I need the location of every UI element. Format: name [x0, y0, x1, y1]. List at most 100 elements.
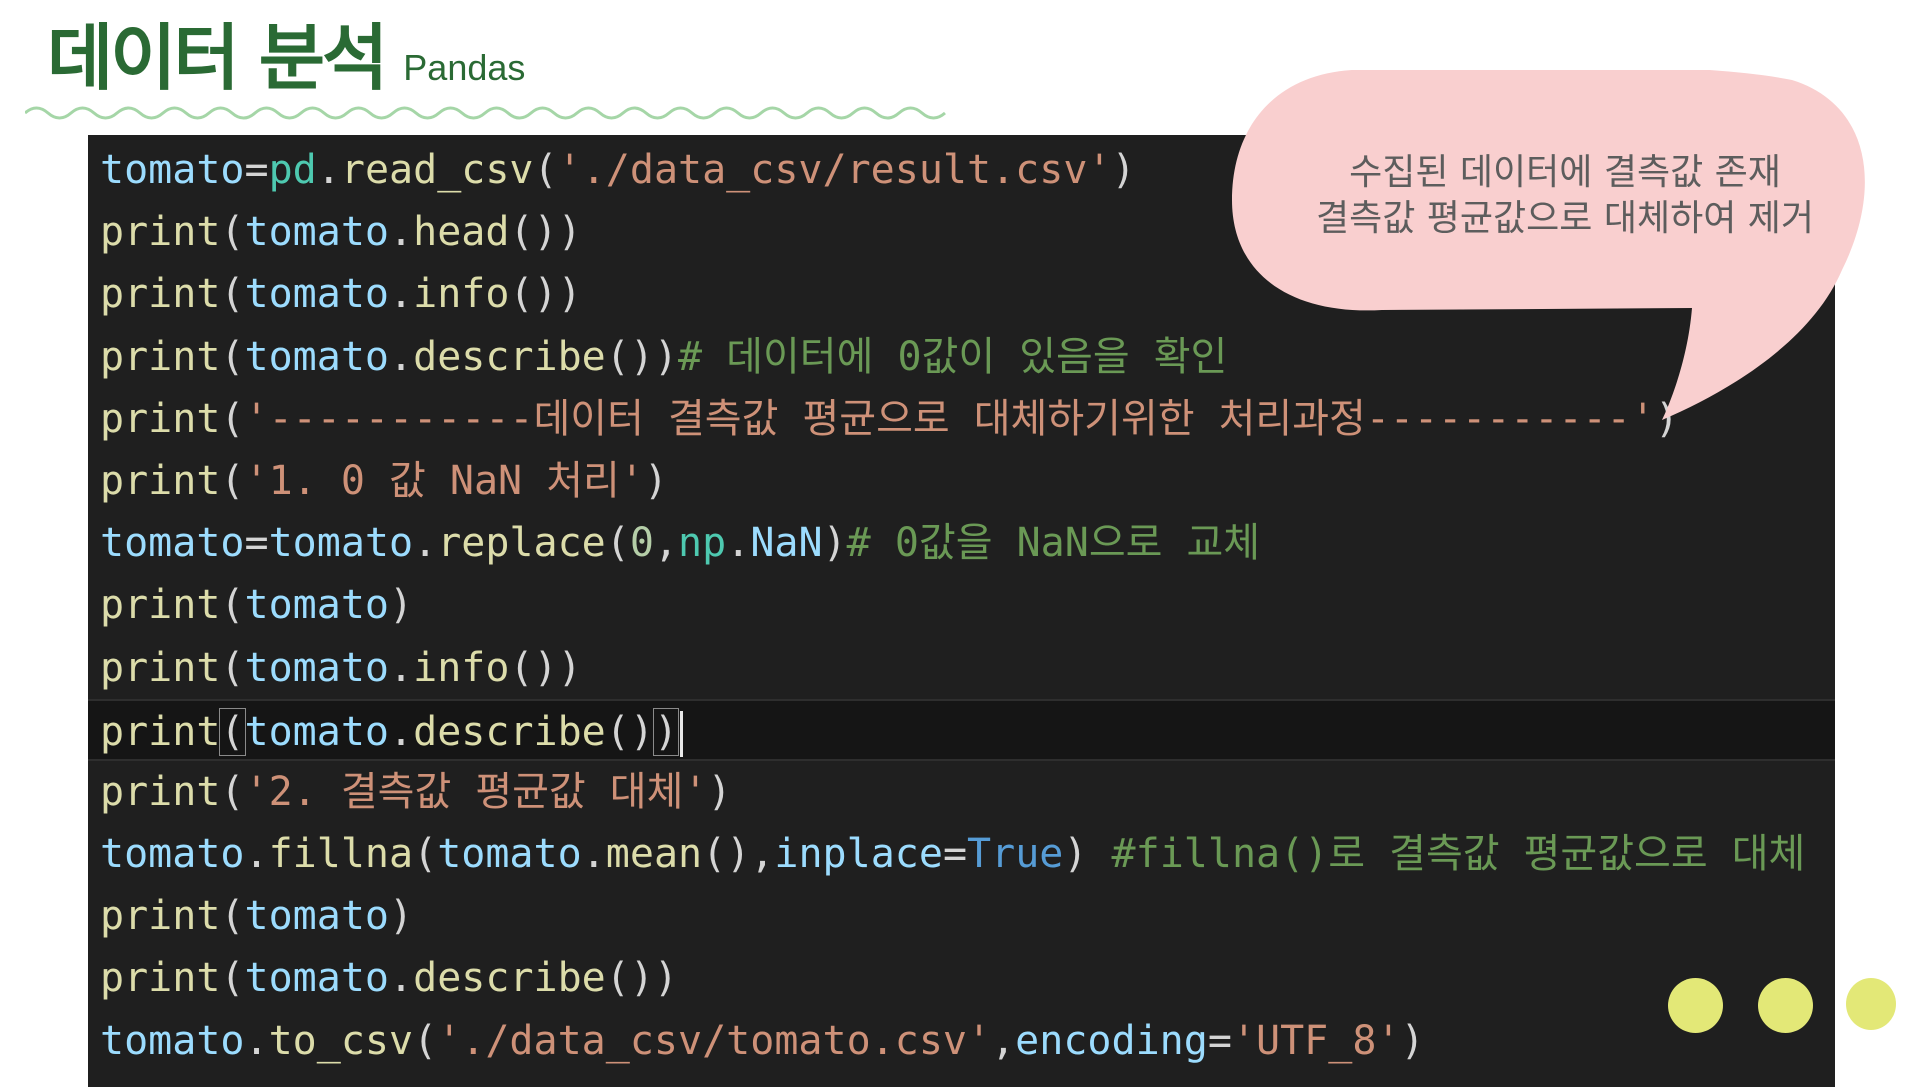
code-token: ( — [220, 768, 245, 815]
code-token: ) — [822, 520, 847, 567]
code-token: ()) — [509, 209, 582, 256]
code-token: ( — [220, 582, 245, 629]
code-token: tomato — [244, 955, 390, 1002]
code-token: ( — [605, 520, 630, 567]
code-token: './data_csv/tomato.csv' — [437, 1017, 992, 1064]
code-token: print — [100, 768, 221, 815]
code-token: tomato — [100, 831, 245, 878]
code-line-8[interactable]: print(tomato) — [88, 574, 1835, 636]
code-token: print — [100, 271, 221, 318]
code-token: '1. 0 값 NaN 처리' — [244, 457, 644, 504]
code-token: ()) — [509, 271, 582, 318]
code-token: './data_csv/result.csv' — [557, 147, 1112, 193]
code-token: head — [413, 209, 510, 256]
code-token: NaN — [750, 520, 823, 567]
code-token: tomato — [244, 582, 390, 629]
code-token: fillna — [268, 831, 414, 878]
code-token: inplace — [774, 831, 943, 878]
code-token: , — [653, 520, 679, 567]
code-token: describe — [413, 333, 606, 380]
code-token: (), — [702, 831, 775, 878]
decor-dot — [1668, 978, 1723, 1033]
code-token: ) — [707, 768, 732, 815]
code-line-11[interactable]: print('2. 결측값 평균값 대체') — [88, 761, 1835, 823]
bracket-highlight: ) — [652, 707, 680, 756]
code-token: . — [581, 831, 606, 878]
code-token: mean — [605, 831, 703, 878]
code-token: ()) — [605, 955, 679, 1002]
code-token: tomato — [100, 147, 245, 193]
code-token: ()) — [509, 644, 582, 691]
speech-bubble-line: 수집된 데이터에 결측값 존재 — [1349, 152, 1781, 193]
code-line-14[interactable]: print(tomato.describe()) — [88, 947, 1835, 1009]
code-token: np — [678, 520, 727, 567]
code-token: encoding — [1015, 1017, 1208, 1064]
code-token: read_csv — [340, 147, 534, 193]
code-token: 0 — [629, 520, 654, 567]
code-token: describe — [413, 708, 606, 755]
code-token: ) — [1400, 1017, 1425, 1064]
code-token: tomato — [244, 644, 390, 691]
code-token: pd — [268, 147, 317, 193]
code-token: ( — [220, 955, 245, 1002]
code-token: ) — [389, 893, 414, 940]
code-token: print — [100, 893, 221, 940]
code-token: ( — [220, 893, 245, 940]
slide-title-main: 데이터 분석 — [47, 16, 388, 100]
code-token: tomato — [100, 520, 245, 567]
code-line-9[interactable]: print(tomato.info()) — [88, 637, 1835, 699]
code-token: ( — [220, 209, 245, 256]
code-comment: # 데이터에 0값이 있음을 확인 — [678, 333, 1228, 380]
code-token: . — [389, 708, 414, 755]
code-token: ) — [389, 582, 414, 629]
slide-title-sub: Pandas — [403, 47, 526, 88]
code-line-15[interactable]: tomato.to_csv('./data_csv/tomato.csv',en… — [88, 1010, 1835, 1072]
code-line-7[interactable]: tomato=tomato.replace(0,np.NaN)# 0값을 NaN… — [88, 512, 1835, 574]
code-token: print — [100, 333, 221, 380]
code-token: . — [389, 209, 414, 256]
code-comment: # 0값을 NaN으로 교체 — [846, 520, 1261, 567]
decor-dot — [1846, 978, 1896, 1030]
code-token: info — [413, 271, 510, 318]
code-token: ( — [220, 457, 245, 504]
code-token: ) — [1063, 831, 1112, 878]
code-token: True — [967, 831, 1064, 878]
code-token: 'UTF_8' — [1231, 1017, 1401, 1064]
code-token: info — [413, 644, 510, 691]
code-token: ( — [413, 1017, 438, 1064]
code-token: print — [100, 955, 221, 1002]
code-token: tomato — [244, 271, 390, 318]
code-token: ( — [413, 831, 438, 878]
code-token: replace — [437, 520, 606, 567]
code-token: print — [100, 209, 221, 256]
code-line-13[interactable]: print(tomato) — [88, 885, 1835, 947]
code-token: ) — [643, 457, 668, 504]
code-token: tomato — [244, 893, 390, 940]
code-token: . — [413, 520, 438, 567]
code-token: '2. 결측값 평균값 대체' — [244, 768, 708, 815]
code-token: ( — [533, 147, 558, 193]
code-token: tomato — [244, 708, 390, 755]
code-token: print — [100, 582, 221, 629]
code-token: print — [100, 708, 221, 755]
code-line-10-current[interactable]: print(tomato.describe()) — [88, 698, 1835, 761]
code-token: print — [100, 395, 221, 442]
code-token: . — [389, 955, 414, 1002]
code-token: . — [389, 333, 414, 380]
code-token: = — [244, 520, 269, 567]
code-token: ( — [220, 333, 245, 380]
code-token: tomato — [100, 1017, 245, 1064]
code-token: . — [389, 271, 414, 318]
code-token: () — [605, 708, 654, 755]
text-cursor — [680, 710, 684, 757]
code-token: tomato — [268, 520, 414, 567]
code-token: = — [942, 831, 968, 878]
code-token: = — [1207, 1017, 1232, 1064]
code-token: , — [991, 1017, 1016, 1064]
bracket-highlight: ( — [219, 707, 246, 756]
code-token: ( — [220, 271, 245, 318]
code-token: . — [244, 1017, 269, 1064]
code-token: = — [244, 147, 269, 193]
code-line-12[interactable]: tomato.fillna(tomato.mean(),inplace=True… — [88, 823, 1835, 885]
code-token: ( — [220, 395, 245, 442]
